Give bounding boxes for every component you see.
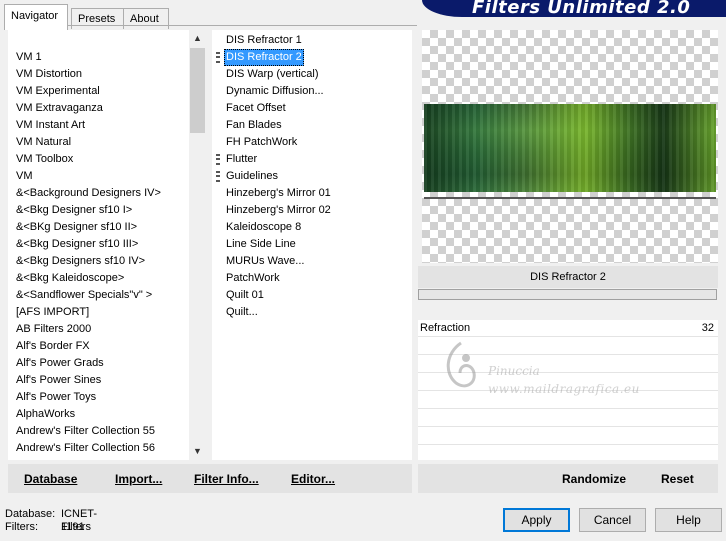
filter-item[interactable]: Hinzeberg's Mirror 02 — [224, 202, 333, 219]
preview-divider — [424, 197, 716, 199]
param-row-refraction[interactable]: Refraction 32 — [418, 320, 718, 337]
category-item[interactable]: VM Natural — [16, 134, 71, 151]
category-item[interactable]: Alf's Power Grads — [16, 355, 104, 372]
filter-item[interactable]: Guidelines — [224, 168, 280, 185]
category-scrollbar[interactable]: ▲ ▼ — [189, 30, 206, 460]
status-database-label: Database: — [5, 508, 56, 520]
preview-area — [422, 30, 718, 263]
logo-text: Filters Unlimited 2.0 — [472, 0, 691, 17]
scroll-down-icon[interactable]: ▼ — [189, 443, 206, 460]
category-item[interactable]: &<Background Designers IV> — [16, 185, 161, 202]
param-label: Refraction — [420, 322, 471, 334]
category-item[interactable]: Andrew's Filter Collection 56 — [16, 440, 155, 457]
category-item[interactable]: VM 1 — [16, 49, 42, 66]
editor-button[interactable]: Editor... — [291, 472, 335, 486]
category-item[interactable]: [AFS IMPORT] — [16, 304, 89, 321]
filter-item[interactable]: Flutter — [224, 151, 259, 168]
category-item[interactable]: VM Toolbox — [16, 151, 73, 168]
category-item[interactable]: Alf's Border FX — [16, 338, 90, 355]
scroll-thumb[interactable] — [190, 48, 205, 133]
category-item[interactable]: VM — [16, 168, 33, 185]
filter-item[interactable]: Dynamic Diffusion... — [224, 83, 326, 100]
folder-grip-icon — [216, 154, 220, 165]
watermark-name: Pinuccia — [488, 364, 540, 378]
help-button[interactable]: Help — [655, 508, 722, 532]
filter-list[interactable]: DIS Refractor 1 DIS Refractor 2 DIS Warp (… — [212, 30, 412, 460]
filter-item[interactable]: Quilt... — [224, 304, 260, 321]
cancel-button[interactable]: Cancel — [579, 508, 646, 532]
category-item[interactable]: VM Extravaganza — [16, 100, 103, 117]
category-item[interactable]: &<Sandflower Specials"v" > — [16, 287, 152, 304]
param-row-empty — [418, 410, 718, 427]
tab-navigator[interactable]: Navigator — [4, 4, 68, 30]
category-item[interactable]: VM Instant Art — [16, 117, 85, 134]
left-toolbar: Database Import... Filter Info... Editor… — [8, 464, 412, 493]
category-item[interactable]: Andrew's Filter Collection 57 — [16, 457, 155, 460]
category-item[interactable]: Andrew's Filter Collection 55 — [16, 423, 155, 440]
param-row-empty — [418, 428, 718, 445]
filter-item[interactable]: DIS Refractor 2 — [224, 49, 304, 66]
reset-button[interactable]: Reset — [661, 472, 694, 486]
category-item[interactable]: &<Bkg Designers sf10 IV> — [16, 253, 145, 270]
status-filters-label: Filters: — [5, 521, 38, 533]
filter-item[interactable]: Quilt 01 — [224, 287, 266, 304]
filter-item[interactable]: DIS Warp (vertical) — [224, 66, 321, 83]
filter-title: DIS Refractor 2 — [418, 266, 718, 288]
app-logo: Filters Unlimited 2.0 — [422, 0, 726, 17]
import-button[interactable]: Import... — [115, 472, 162, 486]
apply-button[interactable]: Apply — [503, 508, 570, 532]
watermark-url: www.maildragrafica.eu — [488, 382, 640, 396]
param-value[interactable]: 32 — [702, 322, 714, 334]
filter-item[interactable]: Kaleidoscope 8 — [224, 219, 303, 236]
filter-item[interactable]: DIS Refractor 1 — [224, 32, 304, 49]
filter-item[interactable]: Fan Blades — [224, 117, 284, 134]
category-item[interactable]: &<BKg Designer sf10 II> — [16, 219, 137, 236]
category-item[interactable]: VM Experimental — [16, 83, 100, 100]
filter-item[interactable]: Line Side Line — [224, 236, 298, 253]
category-item[interactable]: &<Bkg Designer sf10 I> — [16, 202, 132, 219]
filter-item[interactable]: Hinzeberg's Mirror 01 — [224, 185, 333, 202]
status-filters-value: 1191 — [61, 521, 85, 533]
filter-info-button[interactable]: Filter Info... — [194, 472, 259, 486]
filter-item[interactable]: Facet Offset — [224, 100, 288, 117]
watermark-logo-icon — [446, 341, 476, 388]
filter-item[interactable]: PatchWork — [224, 270, 282, 287]
scroll-up-icon[interactable]: ▲ — [189, 30, 206, 47]
category-list[interactable]: VM 1 VM Distortion VM Experimental VM Extra… — [8, 30, 189, 460]
category-item[interactable]: AlphaWorks — [16, 406, 75, 423]
category-item[interactable]: Alf's Power Sines — [16, 372, 101, 389]
category-item[interactable]: &<Bkg Designer sf10 III> — [16, 236, 138, 253]
filter-item[interactable]: MURUs Wave... — [224, 253, 306, 270]
category-item[interactable]: AB Filters 2000 — [16, 321, 91, 338]
folder-grip-icon — [216, 52, 220, 63]
watermark: Pinuccia www.maildragrafica.eu — [436, 338, 656, 408]
randomize-button[interactable]: Randomize — [562, 472, 626, 486]
filter-item[interactable]: FH PatchWork — [224, 134, 299, 151]
right-toolbar: Randomize Reset — [418, 464, 718, 493]
preview-image — [424, 104, 716, 192]
folder-grip-icon — [216, 171, 220, 182]
database-button[interactable]: Database — [24, 472, 77, 486]
progress-bar — [418, 289, 717, 300]
category-item[interactable]: VM Distortion — [16, 66, 82, 83]
category-item[interactable]: Alf's Power Toys — [16, 389, 96, 406]
category-item[interactable]: &<Bkg Kaleidoscope> — [16, 270, 124, 287]
